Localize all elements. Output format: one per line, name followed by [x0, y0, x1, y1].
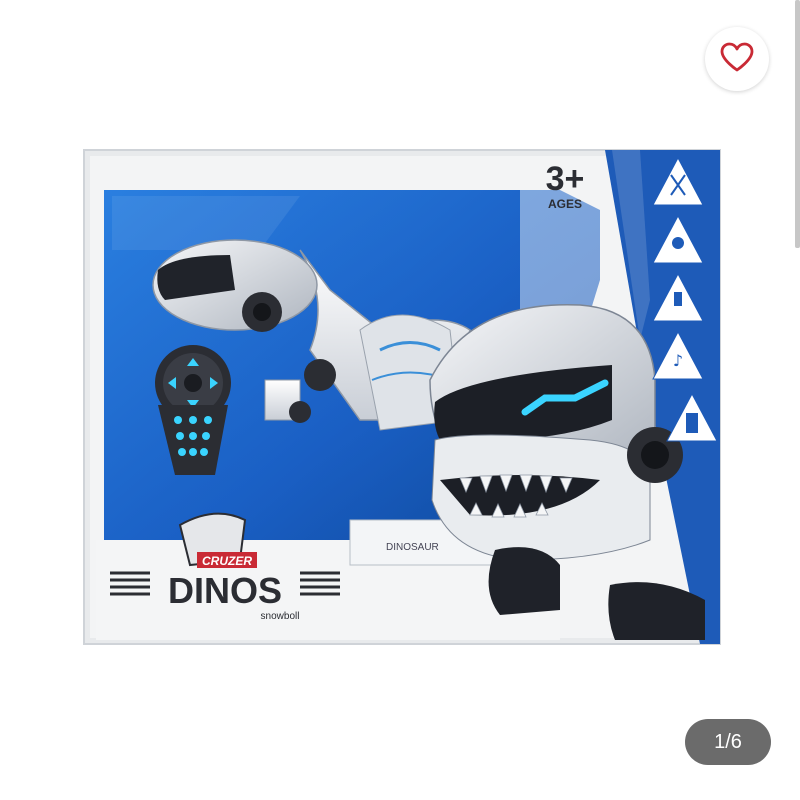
svg-text:snowboll: snowboll — [261, 611, 300, 622]
svg-text:AGES: AGES — [548, 197, 582, 211]
image-counter: 1/6 — [685, 719, 771, 765]
product-photo: DINOSAUR CRUZER DINOS snowboll 3+ AGES ♪ — [83, 149, 721, 645]
svg-text:DINOS: DINOS — [168, 570, 282, 611]
scroll-indicator — [795, 0, 800, 248]
favorite-button[interactable] — [705, 27, 769, 91]
svg-text:♪: ♪ — [673, 351, 683, 370]
svg-text:CRUZER: CRUZER — [202, 554, 252, 568]
svg-text:DINOSAUR: DINOSAUR — [386, 542, 439, 553]
svg-text:3+: 3+ — [546, 160, 585, 198]
heart-icon — [719, 41, 755, 78]
